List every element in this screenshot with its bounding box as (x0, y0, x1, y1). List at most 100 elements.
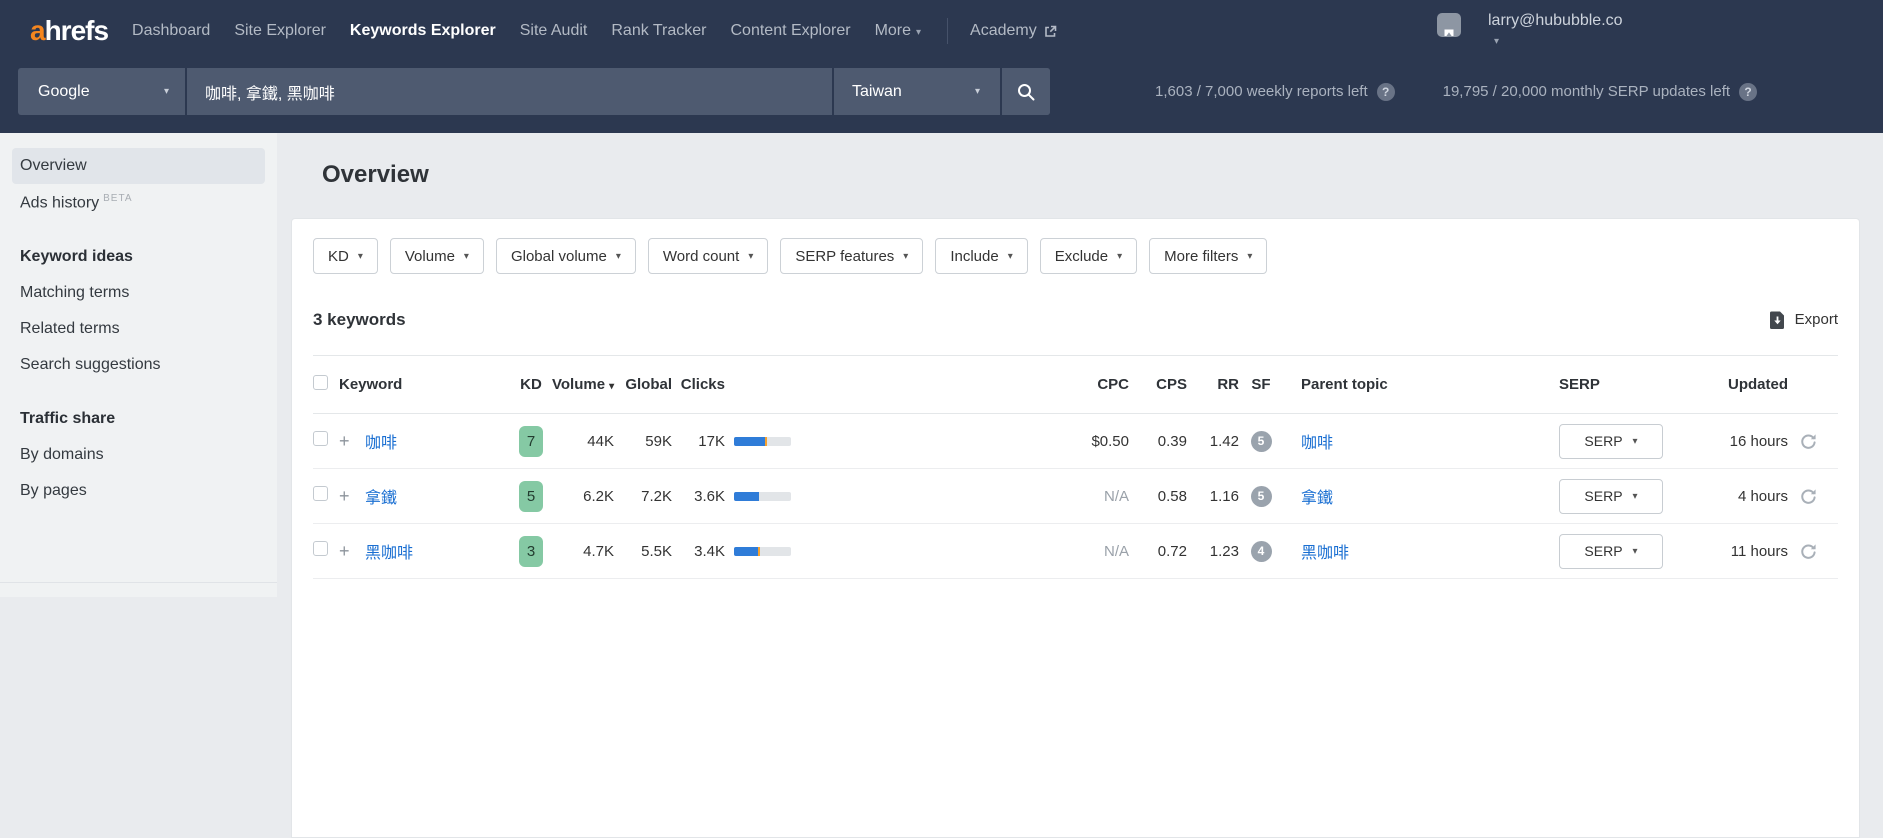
column-header-sf[interactable]: SF (1239, 376, 1283, 393)
search-engine-value: Google (38, 83, 90, 101)
column-header-clicks[interactable]: Clicks (672, 376, 725, 393)
serp-button[interactable]: SERP▾ (1559, 534, 1663, 569)
add-to-list-icon[interactable]: + (339, 541, 350, 561)
column-header-kd[interactable]: KD (510, 376, 552, 393)
column-header-global[interactable]: Global (614, 376, 672, 393)
volume-cell: 6.2K (552, 488, 614, 505)
cps-cell: 0.58 (1129, 488, 1187, 505)
serp-button[interactable]: SERP▾ (1559, 424, 1663, 459)
nav-item-site-explorer[interactable]: Site Explorer (234, 22, 326, 40)
app-header: ahrefs Dashboard Site Explorer Keywords … (0, 0, 1883, 133)
add-to-list-icon[interactable]: + (339, 431, 350, 451)
add-to-list-icon[interactable]: + (339, 486, 350, 506)
column-header-volume[interactable]: Volume▾ (552, 376, 614, 393)
ahrefs-logo[interactable]: ahrefs (30, 15, 108, 47)
filter-global-volume[interactable]: Global volume▾ (496, 238, 636, 274)
monthly-updates-counter: 19,795 / 20,000 monthly SERP updates lef… (1443, 83, 1757, 101)
country-value: Taiwan (852, 83, 902, 101)
top-navigation: ahrefs Dashboard Site Explorer Keywords … (0, 0, 1883, 62)
column-header-parent-topic[interactable]: Parent topic (1283, 376, 1533, 393)
logo-rest: hrefs (45, 15, 108, 46)
caret-down-icon: ▾ (1633, 546, 1638, 557)
filter-include[interactable]: Include▾ (935, 238, 1027, 274)
nav-item-keywords-explorer[interactable]: Keywords Explorer (350, 22, 496, 40)
column-header-updated[interactable]: Updated (1663, 376, 1788, 393)
sidebar-item-matching-terms[interactable]: Matching terms (0, 275, 277, 311)
keyword-link[interactable]: 咖啡 (365, 435, 397, 452)
export-button[interactable]: Export (1769, 310, 1838, 330)
parent-topic-link[interactable]: 拿鐵 (1301, 490, 1333, 507)
rr-cell: 1.42 (1187, 433, 1239, 450)
sidebar-item-ads-history[interactable]: Ads historyBETA (0, 184, 277, 221)
sidebar-item-search-suggestions[interactable]: Search suggestions (0, 347, 277, 383)
refresh-icon (1800, 488, 1817, 505)
sidebar-header-traffic-share: Traffic share (0, 401, 277, 437)
account-email[interactable]: larry@hububble.co (1488, 12, 1623, 30)
search-controls: Google ▾ Taiwan ▾ (18, 68, 1050, 115)
country-select[interactable]: Taiwan ▾ (834, 68, 1000, 115)
column-header-keyword[interactable]: Keyword (339, 376, 510, 393)
caret-down-icon[interactable]: ▾ (1494, 36, 1623, 47)
clicks-cell: 17K (672, 433, 725, 450)
caret-down-icon: ▾ (903, 251, 908, 262)
row-checkbox[interactable] (313, 431, 328, 446)
parent-topic-link[interactable]: 黑咖啡 (1301, 545, 1349, 562)
column-header-rr[interactable]: RR (1187, 376, 1239, 393)
bookmark-icon[interactable] (1436, 12, 1462, 38)
keywords-input[interactable] (187, 68, 832, 115)
column-header-cpc[interactable]: CPC (801, 376, 1129, 393)
keyword-link[interactable]: 拿鐵 (365, 490, 397, 507)
filter-word-count[interactable]: Word count▾ (648, 238, 768, 274)
sidebar: Overview Ads historyBETA Keyword ideas M… (0, 133, 277, 597)
filter-serp-features[interactable]: SERP features▾ (780, 238, 923, 274)
filter-exclude[interactable]: Exclude▾ (1040, 238, 1137, 274)
rr-cell: 1.16 (1187, 488, 1239, 505)
nav-item-site-audit[interactable]: Site Audit (520, 22, 588, 40)
logo-prefix: a (30, 15, 45, 46)
row-checkbox[interactable] (313, 486, 328, 501)
nav-item-rank-tracker[interactable]: Rank Tracker (611, 22, 706, 40)
filter-kd[interactable]: KD▾ (313, 238, 378, 274)
sidebar-item-overview[interactable]: Overview (12, 148, 265, 184)
column-header-cps[interactable]: CPS (1129, 376, 1187, 393)
sidebar-item-by-domains[interactable]: By domains (0, 437, 277, 473)
kd-badge: 7 (519, 426, 543, 457)
serp-button[interactable]: SERP▾ (1559, 479, 1663, 514)
user-menu: larry@hububble.co ▾ (1436, 12, 1623, 47)
table-row: + 拿鐵 5 6.2K 7.2K 3.6K N/A 0.58 1.16 5 拿鐵… (313, 469, 1838, 524)
keywords-count: 3 keywords (313, 310, 406, 330)
sidebar-item-related-terms[interactable]: Related terms (0, 311, 277, 347)
help-icon[interactable]: ? (1377, 83, 1395, 101)
parent-topic-link[interactable]: 咖啡 (1301, 435, 1333, 452)
account-dropdown[interactable]: larry@hububble.co ▾ (1488, 12, 1623, 47)
caret-down-icon: ▾ (1117, 251, 1122, 262)
refresh-button[interactable] (1800, 543, 1817, 560)
nav-item-dashboard[interactable]: Dashboard (132, 22, 210, 40)
keyword-link[interactable]: 黑咖啡 (365, 545, 413, 562)
external-link-icon (1044, 25, 1057, 38)
caret-down-icon: ▾ (975, 86, 980, 97)
page-title: Overview (322, 161, 1883, 189)
updated-cell: 4 hours (1663, 488, 1788, 505)
filter-volume[interactable]: Volume▾ (390, 238, 484, 274)
search-button[interactable] (1002, 68, 1050, 115)
refresh-button[interactable] (1800, 488, 1817, 505)
global-cell: 5.5K (614, 543, 672, 560)
sf-badge: 5 (1251, 486, 1272, 507)
nav-item-content-explorer[interactable]: Content Explorer (731, 22, 851, 40)
row-checkbox[interactable] (313, 541, 328, 556)
refresh-button[interactable] (1800, 433, 1817, 450)
search-engine-select[interactable]: Google ▾ (18, 68, 185, 115)
nav-item-more[interactable]: More▾ (875, 22, 921, 40)
updated-cell: 16 hours (1663, 433, 1788, 450)
filter-more-filters[interactable]: More filters▾ (1149, 238, 1267, 274)
caret-down-icon: ▾ (748, 251, 753, 262)
main-content: Overview KD▾ Volume▾ Global volume▾ Word… (277, 133, 1883, 597)
weekly-reports-text: 1,603 / 7,000 weekly reports left (1155, 83, 1368, 100)
select-all-checkbox[interactable] (313, 375, 328, 390)
sidebar-item-by-pages[interactable]: By pages (0, 473, 277, 509)
usage-counters: 1,603 / 7,000 weekly reports left ? 19,7… (1155, 68, 1757, 115)
filters-row: KD▾ Volume▾ Global volume▾ Word count▾ S… (313, 219, 1838, 274)
help-icon[interactable]: ? (1739, 83, 1757, 101)
nav-item-academy[interactable]: Academy (970, 22, 1057, 40)
